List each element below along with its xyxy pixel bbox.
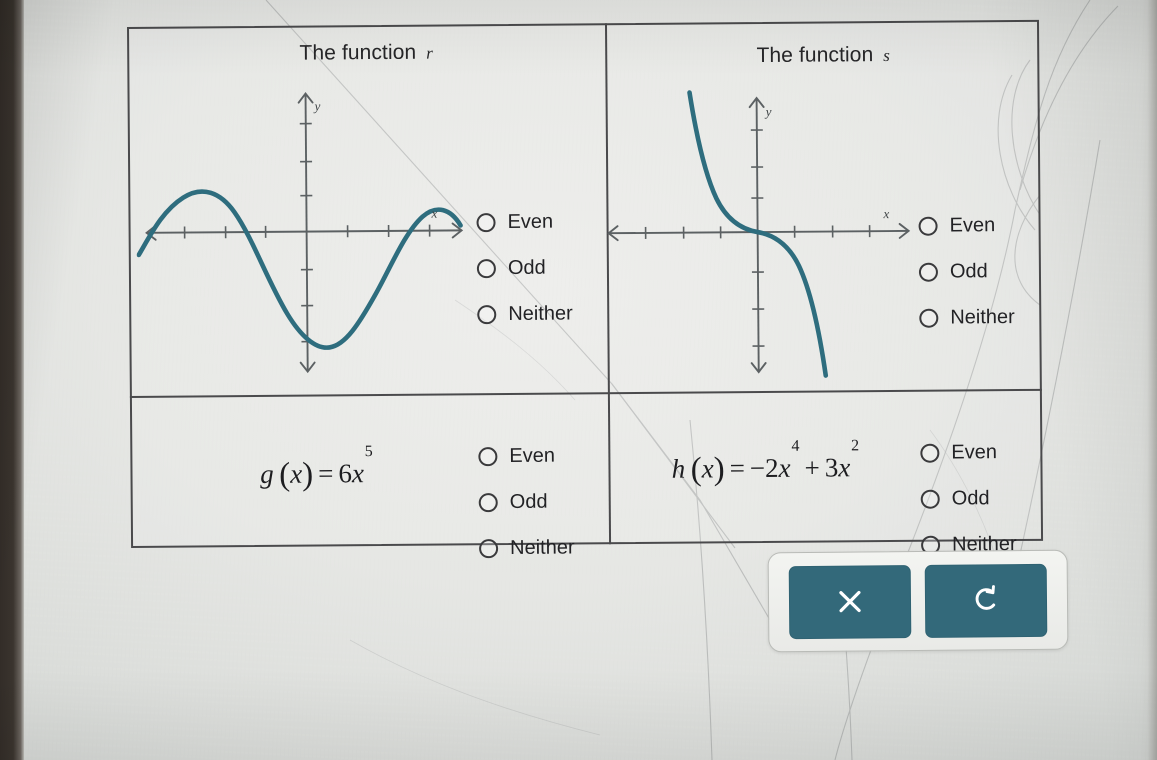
y-axis-label-r: y: [313, 98, 321, 113]
action-button-bar: [767, 549, 1069, 653]
formula-g: g (x) = 6x5: [260, 443, 373, 493]
radio-r-even[interactable]: [476, 212, 496, 232]
graph-s: y x: [599, 83, 931, 386]
x-axis-label-s: x: [882, 206, 889, 221]
radio-s-neither[interactable]: [919, 308, 939, 328]
radio-h-even[interactable]: [920, 443, 940, 463]
option-g-even[interactable]: Even: [478, 433, 574, 480]
option-label-g-odd: Odd: [509, 490, 548, 513]
radio-g-odd[interactable]: [478, 492, 498, 512]
options-group-s: Even Odd Neither: [918, 202, 1015, 341]
radio-g-even[interactable]: [478, 446, 498, 466]
option-label-r-neither: Neither: [508, 302, 573, 325]
photo-left-shadow-edge: [0, 0, 24, 760]
x-axis-label-r: x: [430, 206, 437, 221]
clear-button[interactable]: [788, 564, 912, 639]
option-label-s-neither: Neither: [950, 305, 1015, 329]
options-group-r: Even Odd Neither: [476, 199, 573, 338]
curve-r: [136, 189, 463, 350]
option-h-odd[interactable]: Odd: [920, 475, 1017, 522]
cell-function-r: The function r y x Even Odd Neither: [127, 23, 608, 396]
undo-button[interactable]: [924, 563, 1048, 638]
radio-r-neither[interactable]: [477, 304, 497, 324]
close-x-icon: [839, 590, 861, 613]
cell-title-prefix-s: The function: [756, 43, 874, 68]
worksheet-screenshot: The function r y x Even Odd Neither The …: [0, 0, 1157, 760]
radio-s-even[interactable]: [918, 216, 938, 236]
cell-title-s: The function s: [607, 42, 1039, 69]
formula-g-exponent: 5: [364, 443, 373, 461]
question-table: The function r y x Even Odd Neither The …: [127, 19, 1044, 559]
option-r-neither[interactable]: Neither: [477, 291, 573, 338]
option-s-even[interactable]: Even: [918, 202, 1014, 249]
option-label-r-odd: Odd: [507, 256, 546, 279]
formula-h-coef-1: −2: [749, 452, 779, 484]
option-label-s-even: Even: [949, 213, 996, 237]
formula-h-operator: +: [804, 452, 820, 483]
cell-function-g: g (x) = 6x5 Even Odd Neither: [130, 394, 609, 558]
formula-h: h (x) = −2x4+ 3x2: [671, 437, 860, 488]
option-r-even[interactable]: Even: [476, 199, 572, 246]
formula-g-coef: 6: [338, 458, 352, 489]
formula-h-var-1: x: [778, 452, 791, 483]
formula-h-arg: x: [701, 453, 714, 484]
option-g-neither[interactable]: Neither: [479, 525, 575, 572]
axes-r: [146, 93, 462, 372]
cell-title-function-letter-s: s: [883, 46, 891, 66]
undo-arrow-icon: [975, 585, 996, 610]
y-axis-label-s: y: [764, 104, 772, 119]
formula-g-name: g: [260, 458, 274, 489]
option-g-odd[interactable]: Odd: [478, 479, 575, 526]
formula-h-eq: =: [729, 453, 745, 484]
option-r-odd[interactable]: Odd: [476, 245, 573, 292]
cell-title-prefix-r: The function: [299, 40, 417, 65]
options-group-h: Even Odd Neither: [920, 429, 1017, 568]
radio-r-odd[interactable]: [476, 258, 496, 278]
formula-g-arg: x: [290, 458, 303, 489]
formula-g-var: x: [351, 458, 364, 489]
radio-h-odd[interactable]: [920, 489, 940, 509]
option-label-r-even: Even: [507, 210, 554, 233]
formula-h-name: h: [671, 453, 686, 484]
cell-function-h: h (x) = −2x4+ 3x2 Even Odd Neither: [610, 391, 1043, 555]
axes-s: [608, 98, 909, 373]
photo-right-shadow-edge: [1141, 0, 1157, 760]
option-label-s-odd: Odd: [949, 259, 988, 283]
radio-g-neither[interactable]: [479, 538, 499, 558]
radio-s-odd[interactable]: [918, 262, 939, 282]
option-s-neither[interactable]: Neither: [919, 294, 1015, 341]
formula-h-var-2: x: [838, 452, 851, 483]
option-label-h-even: Even: [951, 440, 998, 464]
option-label-g-even: Even: [509, 444, 556, 467]
option-s-odd[interactable]: Odd: [918, 248, 1015, 295]
formula-h-exponent-1: 4: [791, 437, 800, 455]
option-label-g-neither: Neither: [510, 536, 575, 559]
option-label-h-odd: Odd: [951, 486, 990, 510]
formula-h-exponent-2: 2: [851, 437, 860, 455]
cell-function-s: The function s y x Even Odd Neither: [607, 20, 1042, 392]
graph-r: y x: [135, 80, 477, 383]
cell-title-r: The function r: [127, 39, 605, 67]
formula-g-eq: =: [318, 458, 334, 489]
cell-title-function-letter-r: r: [426, 43, 434, 63]
option-h-even[interactable]: Even: [920, 429, 1016, 476]
formula-h-coef-2: 3: [824, 452, 839, 483]
options-group-g: Even Odd Neither: [478, 433, 575, 572]
